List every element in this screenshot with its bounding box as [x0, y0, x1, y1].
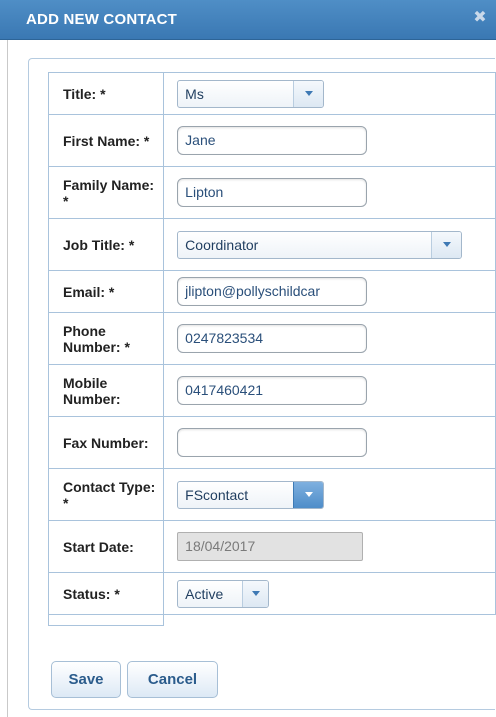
form-row-contact-type: Contact Type: * FScontact — [47, 468, 496, 521]
phone-number-field[interactable]: 0247823534 — [177, 324, 368, 353]
dialog-titlebar[interactable]: ADD NEW CONTACT ✖ — [0, 0, 496, 40]
contact-type-select[interactable]: FScontact — [177, 480, 325, 509]
family-name-label: Family Name: * — [47, 166, 165, 219]
form-row-email: Email: * jlipton@pollyschildcar — [47, 270, 496, 313]
form-row-phone: Phone Number: * 0247823534 — [47, 312, 496, 365]
form-row-job-title: Job Title: * Coordinator — [47, 218, 496, 271]
form-row-spacer — [47, 614, 496, 626]
close-icon[interactable]: ✖ — [470, 8, 490, 28]
email-field[interactable]: jlipton@pollyschildcar — [177, 277, 368, 306]
title-select-value: Ms — [185, 85, 204, 102]
start-date-label: Start Date: — [47, 520, 165, 573]
form-row-status: Status: * Active — [47, 572, 496, 615]
title-label: Title: * — [47, 72, 165, 115]
contact-form-table: Title: * Ms First Name: * Jane Family Na… — [47, 72, 496, 626]
mobile-number-field[interactable]: 0417460421 — [177, 376, 368, 405]
dialog-title: ADD NEW CONTACT — [26, 11, 178, 28]
email-label: Email: * — [47, 270, 165, 313]
phone-number-label: Phone Number: * — [47, 312, 165, 365]
add-contact-dialog: ADD NEW CONTACT ✖ Title: * Ms First Name… — [0, 0, 496, 717]
chevron-down-icon — [304, 91, 313, 96]
fax-number-label: Fax Number: — [47, 416, 165, 469]
title-dropdown-button[interactable] — [293, 80, 324, 107]
form-row-title: Title: * Ms — [47, 72, 496, 115]
form-row-start-date: Start Date: 18/04/2017 — [47, 520, 496, 573]
form-row-mobile: Mobile Number: 0417460421 — [47, 364, 496, 417]
status-select[interactable]: Active — [177, 579, 270, 608]
cancel-button[interactable]: Cancel — [127, 661, 218, 698]
chevron-down-icon — [251, 591, 260, 596]
mobile-number-label: Mobile Number: — [47, 364, 165, 417]
form-row-fax: Fax Number: — [47, 416, 496, 469]
job-title-label: Job Title: * — [47, 218, 165, 271]
chevron-down-icon — [442, 242, 451, 247]
job-title-dropdown-button[interactable] — [431, 231, 462, 258]
contact-type-dropdown-button[interactable] — [293, 481, 324, 508]
family-name-field[interactable]: Lipton — [177, 178, 368, 207]
job-title-select[interactable]: Coordinator — [177, 230, 463, 259]
form-row-family-name: Family Name: * Lipton — [47, 166, 496, 219]
first-name-field[interactable]: Jane — [177, 126, 368, 155]
fax-number-field[interactable] — [177, 428, 368, 457]
first-name-label: First Name: * — [47, 114, 165, 167]
form-row-first-name: First Name: * Jane — [47, 114, 496, 167]
status-select-value: Active — [185, 585, 224, 602]
contact-type-label: Contact Type: * — [47, 468, 165, 521]
status-dropdown-button[interactable] — [242, 580, 269, 607]
contact-type-select-value: FScontact — [185, 486, 249, 503]
job-title-select-value: Coordinator — [185, 236, 259, 253]
status-label: Status: * — [47, 572, 165, 615]
title-select[interactable]: Ms — [177, 79, 325, 108]
chevron-down-icon — [304, 492, 313, 497]
start-date-field: 18/04/2017 — [177, 532, 364, 561]
dialog-left-border — [7, 40, 8, 717]
save-button[interactable]: Save — [51, 661, 121, 698]
